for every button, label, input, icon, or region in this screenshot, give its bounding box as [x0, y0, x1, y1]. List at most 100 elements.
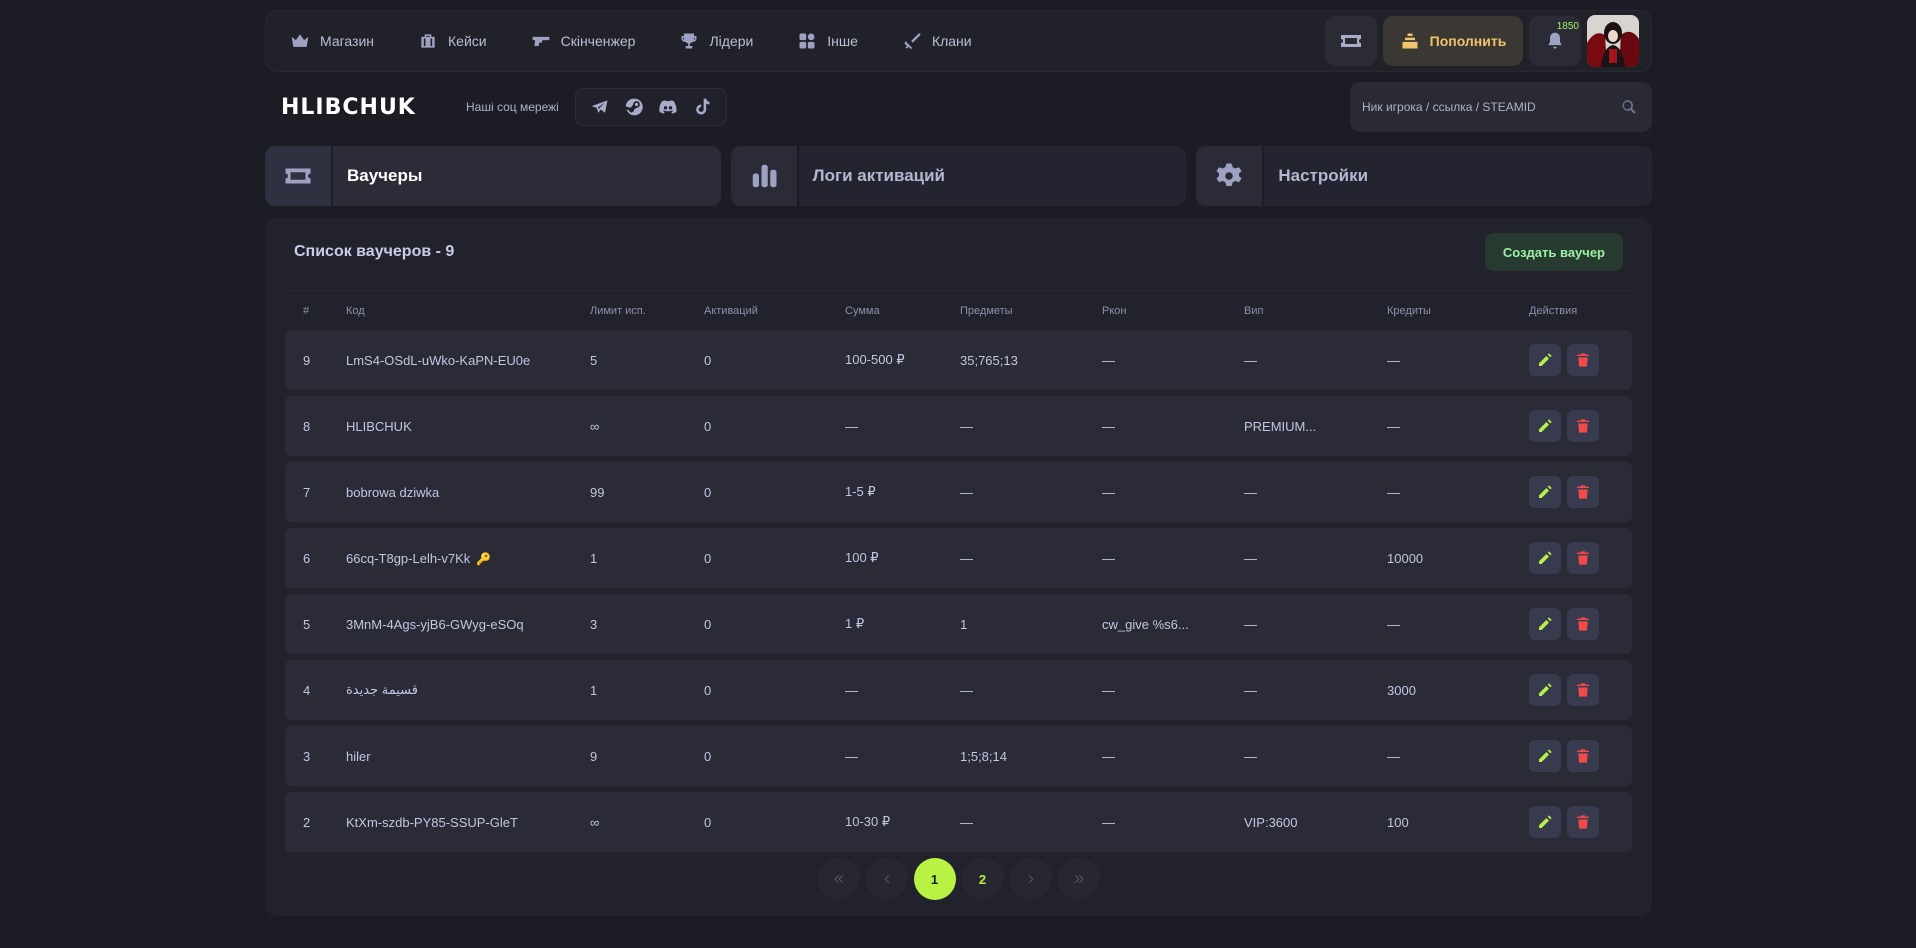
- next-page-button[interactable]: [1009, 858, 1052, 900]
- discord-icon[interactable]: [658, 97, 678, 117]
- cell-value: bobrowa dziwka: [346, 484, 440, 500]
- cell-value: —: [960, 682, 973, 698]
- tab-activation-logs[interactable]: Логи активаций: [730, 146, 1187, 206]
- site-logo[interactable]: HLIBCHUK: [281, 95, 466, 120]
- cell-credits: —: [1387, 617, 1529, 632]
- cell-activations: 0: [704, 485, 845, 500]
- delete-button[interactable]: [1567, 476, 1599, 508]
- cell-sum: 10-30 ₽: [845, 814, 960, 830]
- cell-value: 1-5 ₽: [845, 484, 876, 499]
- tab-label: Настройки: [1278, 166, 1369, 185]
- coins-icon: [1402, 33, 1418, 49]
- cell-value: 0: [704, 814, 712, 830]
- edit-button[interactable]: [1529, 674, 1561, 706]
- last-page-button[interactable]: [1057, 858, 1100, 900]
- tab-settings[interactable]: Настройки: [1196, 146, 1653, 206]
- delete-button[interactable]: [1567, 410, 1599, 442]
- column-header: Сумма: [845, 304, 880, 317]
- cell-items: —: [960, 485, 1102, 500]
- ticket-icon: [285, 168, 311, 184]
- tiktok-icon[interactable]: [692, 97, 712, 117]
- edit-button[interactable]: [1529, 344, 1561, 376]
- cell-code: 3MnM-4Ags-yjB6-GWyg-eSOq: [346, 617, 590, 632]
- avatar[interactable]: [1587, 15, 1639, 67]
- cell-limit: 9: [590, 749, 704, 764]
- cell-value: ∞: [590, 814, 600, 830]
- page-button[interactable]: 2: [961, 858, 1004, 900]
- nav-item-clans[interactable]: Клани: [902, 31, 972, 51]
- edit-button[interactable]: [1529, 410, 1561, 442]
- cell-value: —: [1387, 484, 1400, 500]
- edit-button[interactable]: [1529, 542, 1561, 574]
- cell-activations: 0: [704, 683, 845, 698]
- cell-actions: [1529, 674, 1632, 706]
- voucher-button[interactable]: [1325, 16, 1377, 66]
- steam-icon[interactable]: [624, 97, 644, 117]
- cell-credits: 3000: [1387, 683, 1529, 698]
- nav-item-label: Кейси: [448, 33, 487, 49]
- notifications-button[interactable]: 1850: [1529, 16, 1581, 66]
- cell-value: VIP:3600: [1244, 814, 1298, 830]
- telegram-icon[interactable]: [590, 97, 610, 117]
- cell-activations: 0: [704, 419, 845, 434]
- cell-value: —: [1387, 418, 1400, 434]
- pencil-icon: [1539, 683, 1552, 696]
- first-page-button[interactable]: [817, 858, 860, 900]
- cell-value: cw_give %s6...: [1102, 616, 1189, 632]
- delete-button[interactable]: [1567, 608, 1599, 640]
- cell-value: 1: [590, 550, 598, 566]
- topup-button[interactable]: Пополнить: [1383, 16, 1523, 66]
- cell-items: 1: [960, 617, 1102, 632]
- edit-button[interactable]: [1529, 476, 1561, 508]
- cell-value: —: [845, 682, 858, 698]
- search-input[interactable]: [1362, 100, 1620, 114]
- cell-value: 1: [960, 616, 968, 632]
- cell-value: 4: [303, 682, 311, 698]
- cell-value: قسيمة جديدة: [346, 682, 418, 697]
- create-voucher-button[interactable]: Создать ваучер: [1484, 233, 1623, 271]
- nav-item-leaders[interactable]: Лідери: [679, 31, 753, 51]
- cell-id: 8: [285, 419, 346, 434]
- pencil-icon: [1539, 815, 1552, 828]
- pencil-icon: [1539, 617, 1552, 630]
- nav-right: Пополнить 1850: [1325, 15, 1639, 67]
- app: Магазин Кейси Скінченжер Лідери Інше Кла…: [265, 10, 1653, 916]
- search-icon[interactable]: [1620, 98, 1638, 116]
- edit-button[interactable]: [1529, 806, 1561, 838]
- nav-item-cases[interactable]: Кейси: [418, 31, 487, 51]
- prev-page-button[interactable]: [865, 858, 908, 900]
- edit-button[interactable]: [1529, 740, 1561, 772]
- delete-button[interactable]: [1567, 806, 1599, 838]
- cell-value: LmS4-OSdL-uWko-KaPN-EU0e: [346, 352, 531, 368]
- cell-activations: 0: [704, 749, 845, 764]
- nav-items: Магазин Кейси Скінченжер Лідери Інше Кла…: [290, 31, 1325, 51]
- page-button[interactable]: 1: [913, 858, 956, 900]
- cell-vip: —: [1244, 353, 1387, 368]
- nav-item-other[interactable]: Інше: [797, 31, 858, 51]
- delete-button[interactable]: [1567, 740, 1599, 772]
- edit-button[interactable]: [1529, 608, 1561, 640]
- cell-limit: 99: [590, 485, 704, 500]
- delete-button[interactable]: [1567, 542, 1599, 574]
- cell-rcon: —: [1102, 683, 1244, 698]
- cell-items: 1;5;8;14: [960, 749, 1102, 764]
- cell-code: bobrowa dziwka: [346, 485, 590, 500]
- tab-vouchers[interactable]: Ваучеры: [265, 146, 721, 206]
- trash-icon: [1577, 815, 1589, 829]
- cell-vip: —: [1244, 551, 1387, 566]
- cell-items: —: [960, 419, 1102, 434]
- nav-item-skinchanger[interactable]: Скінченжер: [531, 31, 635, 51]
- cell-code: KtXm-szdb-PY85-SSUP-GleT: [346, 815, 590, 830]
- trash-icon: [1577, 419, 1589, 433]
- cell-limit: 3: [590, 617, 704, 632]
- topup-label: Пополнить: [1429, 33, 1507, 49]
- delete-button[interactable]: [1567, 674, 1599, 706]
- cell-value: 0: [704, 682, 712, 698]
- row-actions: [1529, 674, 1632, 706]
- top-nav: Магазин Кейси Скінченжер Лідери Інше Кла…: [265, 10, 1652, 72]
- cell-id: 6: [285, 551, 346, 566]
- cell-value: —: [1387, 748, 1400, 764]
- cell-credits: —: [1387, 353, 1529, 368]
- nav-item-shop[interactable]: Магазин: [290, 31, 374, 51]
- delete-button[interactable]: [1567, 344, 1599, 376]
